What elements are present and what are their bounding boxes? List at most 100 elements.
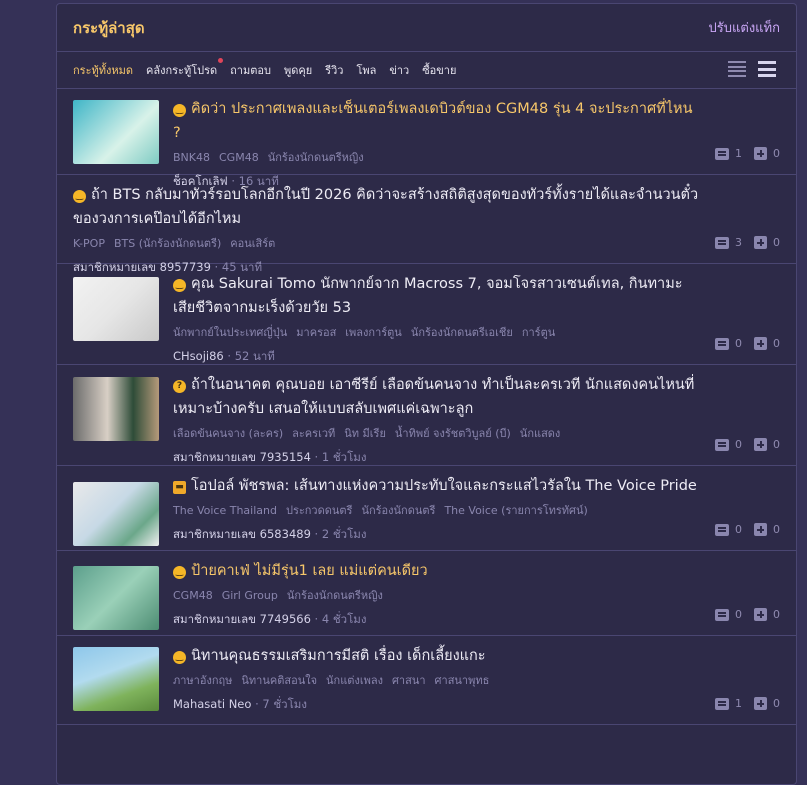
topic-title[interactable]: ‿ ป้ายคาเฟ่ ไม่มีรุ่น1 เลย แม่แต่คนเดียว <box>173 559 700 583</box>
topic-thumbnail[interactable] <box>73 566 159 630</box>
author-link[interactable]: Mahasati Neo <box>173 697 251 711</box>
topic-row[interactable]: ‿ ป้ายคาเฟ่ ไม่มีรุ่น1 เลย แม่แต่คนเดียว C… <box>57 551 796 636</box>
tag-link[interactable]: ศาสนา <box>392 674 426 687</box>
topic-row[interactable]: ▬ โอปอล์ พัชรพล: เส้นทางแห่งความประทับใจแ… <box>57 466 796 551</box>
tag-link[interactable]: ศาสนาพุทธ <box>435 674 490 687</box>
tab-6[interactable]: ข่าว <box>389 61 409 79</box>
vote-count: 0 <box>773 236 780 249</box>
topic-title-text: ป้ายคาเฟ่ ไม่มีรุ่น1 เลย แม่แต่คนเดียว <box>191 563 428 579</box>
tag-link[interactable]: Girl Group <box>222 589 278 602</box>
topic-tags: K-POP BTS (นักร้องนักดนตรี) คอนเสิร์ต <box>73 234 700 252</box>
question-emoji-icon: ? <box>173 380 186 393</box>
customize-tags-link[interactable]: ปรับแต่งแท็ก <box>709 17 780 38</box>
tag-link[interactable]: น้ำทิพย์ จงรัชตวิบูลย์ (บี) <box>395 427 511 440</box>
tag-link[interactable]: นิทานคติสอนใจ <box>241 674 317 687</box>
tag-link[interactable]: The Voice Thailand <box>173 504 277 517</box>
topic-title[interactable]: ‿ ถ้า BTS กลับมาทัวร์รอบโลกอีกในปี 2026 ค… <box>73 183 700 231</box>
topic-stats: 30 <box>715 236 780 249</box>
comment-count: 1 <box>735 697 742 710</box>
tag-link[interactable]: คอนเสิร์ต <box>230 237 275 250</box>
topic-tags: The Voice Thailand ประกวดดนตรี นักร้องนักด… <box>173 501 700 519</box>
vote-plus-icon <box>754 697 767 710</box>
tag-link[interactable]: ภาษาอังกฤษ <box>173 674 232 687</box>
topic-body: ‿ ป้ายคาเฟ่ ไม่มีรุ่น1 เลย แม่แต่คนเดียว C… <box>173 551 780 635</box>
tab-7[interactable]: ซื้อขาย <box>422 61 456 79</box>
topic-row[interactable]: ‿ คุณ Sakurai Tomo นักพากย์จาก Macross 7,… <box>57 264 796 365</box>
tab-0[interactable]: กระทู้ทั้งหมด <box>73 61 133 79</box>
list-view-icon[interactable] <box>728 61 746 77</box>
tab-4[interactable]: รีวิว <box>325 61 343 79</box>
tag-link[interactable]: นักร้องนักดนตรีหญิง <box>268 151 364 164</box>
topic-tags: นักพากย์ในประเทศญี่ปุ่น มาครอส เพลงการ์ตูน… <box>173 323 700 341</box>
topic-stats: 00 <box>715 608 780 621</box>
tag-link[interactable]: นักแต่งเพลง <box>326 674 383 687</box>
tab-3[interactable]: พูดคุย <box>284 61 312 79</box>
tag-link[interactable]: นิท มีเรีย <box>344 427 386 440</box>
topic-body: ‿ คุณ Sakurai Tomo นักพากย์จาก Macross 7,… <box>173 264 780 364</box>
compact-view-icon[interactable] <box>758 61 776 77</box>
topic-meta: สมาชิกหมายเลข 7749566 · 4 ชั่วโมง <box>173 611 700 629</box>
topic-title-text: คุณ Sakurai Tomo นักพากย์จาก Macross 7, … <box>173 276 683 316</box>
tab-5[interactable]: โพล <box>356 61 376 79</box>
comment-icon <box>715 236 729 249</box>
comment-icon <box>715 438 729 451</box>
vote-count: 0 <box>773 697 780 710</box>
author-link[interactable]: สมาชิกหมายเลข 7935154 <box>173 450 311 464</box>
tag-link[interactable]: CGM48 <box>173 589 213 602</box>
topic-row[interactable]: ‿ นิทานคุณธรรมเสริมการมีสติ เรื่อง เด็กเล… <box>57 636 796 725</box>
tag-link[interactable]: มาครอส <box>296 326 336 339</box>
topic-body: ‿ ถ้า BTS กลับมาทัวร์รอบโลกอีกในปี 2026 ค… <box>73 175 780 274</box>
tag-link[interactable]: นักร้องนักดนตรีเอเชีย <box>411 326 513 339</box>
tag-link[interactable]: นักร้องนักดนตรี <box>361 504 435 517</box>
tab-1[interactable]: คลังกระทู้โปรด <box>146 58 224 79</box>
topic-stats: 10 <box>715 697 780 710</box>
topic-meta: Mahasati Neo · 7 ชั่วโมง <box>173 696 700 714</box>
topic-thumbnail[interactable] <box>73 647 159 711</box>
tag-link[interactable]: BNK48 <box>173 151 210 164</box>
topic-title[interactable]: ‿ คุณ Sakurai Tomo นักพากย์จาก Macross 7,… <box>173 272 700 320</box>
vote-plus-icon <box>754 236 767 249</box>
tab-2[interactable]: ถามตอบ <box>230 61 271 79</box>
tag-link[interactable]: เลือดข้นคนจาง (ละคร) <box>173 427 283 440</box>
topic-row[interactable]: ‿ คิดว่า ประกาศเพลงและเซ็นเตอร์เพลงเดบิวต… <box>57 89 796 188</box>
comment-icon <box>715 523 729 536</box>
topic-thumbnail[interactable] <box>73 377 159 441</box>
topic-stats: 00 <box>715 337 780 350</box>
topic-thumbnail[interactable] <box>73 482 159 546</box>
tag-link[interactable]: นักร้องนักดนตรีหญิง <box>287 589 383 602</box>
topic-tags: เลือดข้นคนจาง (ละคร) ละครเวที นิท มีเรีย น้… <box>173 424 700 442</box>
author-link[interactable]: สมาชิกหมายเลข 7749566 <box>173 612 311 626</box>
tag-link[interactable]: เพลงการ์ตูน <box>345 326 402 339</box>
tag-link[interactable]: K-POP <box>73 237 105 250</box>
topic-thumbnail[interactable] <box>73 100 159 164</box>
topic-row[interactable]: ? ถ้าในอนาคต คุณบอย เอาซีรีย์ เลือดข้นคนจ… <box>57 365 796 466</box>
tag-link[interactable]: นักแสดง <box>520 427 561 440</box>
topic-stats: 00 <box>715 523 780 536</box>
topic-meta: CHsoji86 · 52 นาที <box>173 348 700 366</box>
smile-emoji-icon: ‿ <box>73 190 86 203</box>
vote-count: 0 <box>773 523 780 536</box>
comment-icon <box>715 697 729 710</box>
topic-thumbnail[interactable] <box>73 277 159 341</box>
topic-title[interactable]: ▬ โอปอล์ พัชรพล: เส้นทางแห่งความประทับใจแ… <box>173 474 700 498</box>
comment-icon <box>715 337 729 350</box>
tag-link[interactable]: BTS (นักร้องนักดนตรี) <box>114 237 221 250</box>
tag-link[interactable]: ละครเวที <box>292 427 335 440</box>
tag-link[interactable]: นักพากย์ในประเทศญี่ปุ่น <box>173 326 287 339</box>
topic-time: 4 ชั่วโมง <box>321 612 367 626</box>
topic-title[interactable]: ‿ นิทานคุณธรรมเสริมการมีสติ เรื่อง เด็กเล… <box>173 644 700 668</box>
topic-title[interactable]: ? ถ้าในอนาคต คุณบอย เอาซีรีย์ เลือดข้นคนจ… <box>173 373 700 421</box>
author-link[interactable]: สมาชิกหมายเลข 6583489 <box>173 527 311 541</box>
tag-link[interactable]: The Voice (รายการโทรทัศน์) <box>444 504 587 517</box>
topic-title[interactable]: ‿ คิดว่า ประกาศเพลงและเซ็นเตอร์เพลงเดบิวต… <box>173 97 700 145</box>
meta-separator: · <box>310 612 322 626</box>
comment-count: 0 <box>735 337 742 350</box>
tag-link[interactable]: ประกวดดนตรี <box>286 504 353 517</box>
topic-row[interactable]: ‿ ถ้า BTS กลับมาทัวร์รอบโลกอีกในปี 2026 ค… <box>57 175 796 274</box>
tag-link[interactable]: การ์ตูน <box>522 326 555 339</box>
tag-link[interactable]: CGM48 <box>219 151 259 164</box>
author-link[interactable]: CHsoji86 <box>173 349 224 363</box>
tv-icon: ▬ <box>173 481 186 494</box>
topic-list: ‿ คิดว่า ประกาศเพลงและเซ็นเตอร์เพลงเดบิวต… <box>57 89 796 725</box>
topic-body: ▬ โอปอล์ พัชรพล: เส้นทางแห่งความประทับใจแ… <box>173 466 780 550</box>
